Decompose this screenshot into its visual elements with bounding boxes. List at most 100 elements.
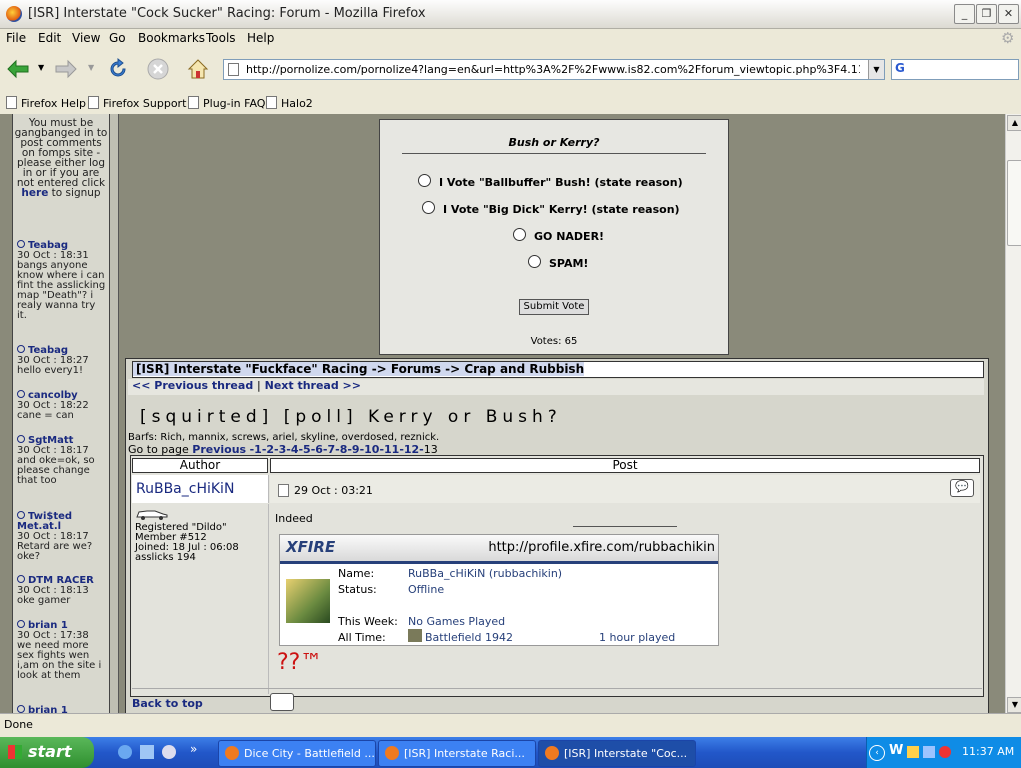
- tray-network-icon[interactable]: [907, 746, 919, 758]
- bookmark-firefox-support[interactable]: Firefox Support: [88, 96, 186, 110]
- stop-icon[interactable]: [146, 57, 170, 81]
- menu-file[interactable]: File: [6, 31, 26, 45]
- thread-title: [squirted] [poll] Kerry or Bush?: [140, 407, 562, 427]
- firefox-task-icon: [385, 746, 399, 760]
- post-header-cell: 29 Oct : 03:21 💬: [270, 475, 980, 503]
- xfire-name-value: RuBBa_cHiKiN (rubbachikin): [408, 567, 563, 580]
- post-column-header: Post: [270, 458, 980, 473]
- tray-expand-icon[interactable]: ‹: [869, 745, 885, 761]
- menu-help[interactable]: Help: [247, 31, 274, 45]
- signup-link[interactable]: here: [21, 187, 48, 199]
- quicklaunch-more-icon[interactable]: »: [190, 742, 197, 756]
- row-divider: [132, 688, 982, 689]
- taskbar-item-isr-active[interactable]: [ISR] Interstate "Coc...: [538, 740, 696, 767]
- menu-bookmarks[interactable]: Bookmarks: [138, 31, 205, 45]
- xfire-alltime-hours: 1 hour played: [599, 631, 676, 644]
- shout-author[interactable]: Twi$ted Met.at.l: [17, 511, 72, 532]
- radio-button[interactable]: [422, 201, 435, 214]
- tray-w-icon[interactable]: W: [889, 743, 903, 758]
- post-author-name[interactable]: RuBBa_cHiKiN: [136, 481, 234, 497]
- menu-go[interactable]: Go: [109, 31, 126, 45]
- bullet-icon: [17, 575, 25, 583]
- submit-vote-button[interactable]: Submit Vote: [519, 299, 589, 315]
- bookmark-page-icon: [6, 96, 17, 109]
- login-message: You must be gangbanged in to post commen…: [14, 117, 108, 199]
- url-dropdown-icon[interactable]: ▼: [868, 60, 884, 79]
- scroll-thumb[interactable]: [1007, 160, 1021, 246]
- scroll-up-arrow-icon[interactable]: ▲: [1007, 115, 1021, 131]
- menu-bar: File Edit View Go Bookmarks Tools Help ⚙: [0, 28, 1021, 48]
- xfire-profile-card[interactable]: XFIRE http://profile.xfire.com/rubbachik…: [279, 534, 719, 646]
- tray-security-icon[interactable]: [939, 746, 951, 758]
- media-player-quicklaunch-icon[interactable]: [162, 745, 176, 759]
- start-button[interactable]: start: [0, 737, 94, 768]
- forum-thread: [ISR] Interstate "Fuckface" Racing -> Fo…: [125, 358, 989, 713]
- poll-option-nader[interactable]: GO NADER!: [513, 228, 604, 243]
- menu-view[interactable]: View: [72, 31, 100, 45]
- bookmark-page-icon: [266, 96, 277, 109]
- poll-option-bush[interactable]: I Vote "Ballbuffer" Bush! (state reason): [418, 174, 683, 189]
- url-bar[interactable]: http://pornolize.com/pornolize4?lang=en&…: [223, 59, 885, 80]
- bookmarks-toolbar: Firefox Help Firefox Support Plug-in FAQ…: [0, 90, 1021, 115]
- xfire-alltime-label: All Time:: [338, 631, 386, 644]
- author-asslicks: asslicks 194: [135, 552, 196, 563]
- firefox-task-icon: [545, 746, 559, 760]
- vertical-scrollbar[interactable]: ▲ ▼: [1005, 114, 1021, 713]
- radio-button[interactable]: [528, 255, 541, 268]
- xfire-url[interactable]: http://profile.xfire.com/rubbachikin: [488, 540, 715, 555]
- search-box[interactable]: G: [891, 59, 1019, 80]
- taskbar-item-dice-city[interactable]: Dice City - Battlefield ...: [218, 740, 376, 767]
- shout-item: cancolby 30 Oct : 18:22 cane = can: [17, 390, 89, 421]
- poll-divider: [402, 153, 706, 154]
- back-dropdown-icon[interactable]: ▼: [38, 63, 44, 72]
- close-button[interactable]: ✕: [998, 4, 1019, 24]
- bullet-icon: [17, 511, 25, 519]
- menu-edit[interactable]: Edit: [38, 31, 61, 45]
- back-arrow-icon[interactable]: [6, 57, 30, 81]
- nav-separator: |: [257, 379, 261, 392]
- page-content: You must be gangbanged in to post commen…: [0, 114, 1005, 713]
- shout-author[interactable]: brian 1: [28, 705, 68, 714]
- bullet-icon: [17, 345, 25, 353]
- minimize-button[interactable]: _: [954, 4, 975, 24]
- radio-button[interactable]: [418, 174, 431, 187]
- back-to-top-link[interactable]: Back to top: [132, 697, 203, 710]
- poll-option-kerry[interactable]: I Vote "Big Dick" Kerry! (state reason): [422, 201, 680, 216]
- status-text: Done: [4, 718, 33, 731]
- poll-votes: Votes: 65: [530, 336, 578, 347]
- desktop-quicklaunch-icon[interactable]: [140, 745, 154, 759]
- previous-thread-link[interactable]: << Previous thread: [128, 379, 253, 392]
- breadcrumb-text[interactable]: [ISR] Interstate "Fuckface" Racing -> Fo…: [133, 362, 585, 376]
- xfire-alltime-game: Battlefield 1942: [425, 631, 513, 644]
- bookmark-firefox-help[interactable]: Firefox Help: [6, 96, 86, 110]
- next-thread-link[interactable]: Next thread >>: [265, 379, 361, 392]
- post-icon: [278, 484, 289, 497]
- forward-dropdown-icon[interactable]: ▼: [88, 63, 94, 72]
- poll-title: Bush or Kerry?: [508, 136, 600, 149]
- poll-option-spam[interactable]: SPAM!: [528, 255, 588, 270]
- tray-monitor-icon[interactable]: [923, 746, 935, 758]
- bookmark-halo2[interactable]: Halo2: [266, 96, 313, 110]
- home-icon[interactable]: [186, 57, 210, 81]
- google-search-icon[interactable]: G: [895, 61, 905, 75]
- quote-bubble-icon[interactable]: 💬: [950, 479, 974, 497]
- column-divider: [268, 504, 269, 694]
- profile-button-icon[interactable]: [270, 693, 294, 711]
- scroll-down-arrow-icon[interactable]: ▼: [1007, 697, 1021, 713]
- maximize-button[interactable]: ❐: [976, 4, 997, 24]
- bookmark-plugin-faq[interactable]: Plug-in FAQ: [188, 96, 265, 110]
- reload-icon[interactable]: [106, 57, 130, 81]
- window-title: [ISR] Interstate "Cock Sucker" Racing: F…: [28, 6, 426, 21]
- forward-arrow-icon[interactable]: [54, 57, 78, 81]
- tray-clock[interactable]: 11:37 AM: [962, 745, 1014, 758]
- windows-logo-icon: [8, 745, 22, 759]
- xfire-logo: XFIRE: [286, 538, 336, 556]
- xfire-avatar: [286, 579, 330, 623]
- shout-item: DTM RACER 30 Oct : 18:13 oke gamer: [17, 575, 94, 606]
- taskbar-item-isr-racing[interactable]: [ISR] Interstate Raci...: [378, 740, 536, 767]
- shout-item: Teabag 30 Oct : 18:31 bangs anyone know wh…: [17, 240, 106, 321]
- radio-button[interactable]: [513, 228, 526, 241]
- menu-tools[interactable]: Tools: [206, 31, 236, 45]
- car-icon: [136, 510, 168, 520]
- ie-quicklaunch-icon[interactable]: [118, 745, 132, 759]
